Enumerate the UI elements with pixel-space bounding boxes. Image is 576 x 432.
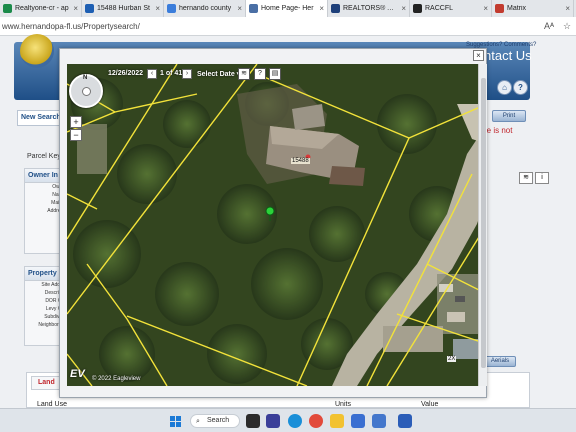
close-tab-icon[interactable]: × [155, 4, 160, 13]
close-tab-icon[interactable]: × [401, 4, 406, 13]
browser-tab[interactable]: RACCFL × [410, 0, 492, 17]
task-view-icon[interactable] [246, 414, 260, 428]
browser-tab[interactable]: hernando county × [164, 0, 246, 17]
tab-favicon-icon [3, 4, 12, 13]
browser-tab-active[interactable]: Home Page- Her × [246, 0, 328, 17]
aerials-button[interactable]: Aerials [484, 356, 516, 367]
new-search-tab[interactable]: New Search [17, 110, 65, 126]
browser-tab[interactable]: 15488 Hurban St × [82, 0, 164, 17]
land-use-header: Land Use [37, 401, 67, 408]
north-indicator: N [83, 75, 88, 81]
mail-icon[interactable] [351, 414, 365, 428]
taskbar-search[interactable]: ⌕ Search [190, 414, 240, 428]
tab-favicon-icon [495, 4, 504, 13]
tab-favicon-icon [331, 4, 340, 13]
browser-tab[interactable]: Matrix × [492, 0, 574, 17]
tab-favicon-icon [413, 4, 422, 13]
aerial-map[interactable] [67, 64, 487, 386]
edge-icon[interactable] [288, 414, 302, 428]
select-date-label: Select Date [197, 71, 235, 78]
close-tab-icon[interactable]: × [319, 4, 324, 13]
read-aloud-icon[interactable]: Aᴬ [540, 21, 558, 31]
tab-label: Realtyone-cr - ap [15, 5, 69, 12]
value-header: Value [421, 401, 439, 408]
imagery-date: 12/26/2022 [108, 70, 144, 77]
tab-favicon-icon [85, 4, 94, 13]
site-logo [20, 34, 54, 68]
layers-icon[interactable]: ≋ [519, 172, 533, 184]
zoom-in-button[interactable]: + [70, 116, 82, 128]
search-label: Search [207, 417, 230, 424]
tab-label: 15488 Hurban St [97, 5, 150, 12]
map-copyright: © 2022 Eagleview [92, 376, 141, 382]
next-image-button[interactable]: › [182, 69, 192, 79]
browser-tab[interactable]: Realtyone-cr - ap × [0, 0, 82, 17]
browser-tab[interactable]: REALTORS® Asso × [328, 0, 410, 17]
tab-label: RACCFL [425, 5, 454, 12]
url-field[interactable]: www.hernandopa-fl.us/Propertysearch/ [0, 22, 540, 31]
address-number-label: 15488 [291, 158, 310, 164]
browser-tab-strip: Realtyone-cr - ap × 15488 Hurban St × hern… [0, 0, 576, 17]
dialog-scrollbar[interactable] [478, 64, 487, 386]
teams-icon[interactable] [266, 414, 280, 428]
tab-label: Matrix [507, 5, 527, 12]
chrome-icon[interactable] [309, 414, 323, 428]
zoom-out-button[interactable]: − [70, 129, 82, 141]
home-icon[interactable]: ⌂ [497, 80, 512, 95]
address-bar: www.hernandopa-fl.us/Propertysearch/ Aᴬ … [0, 17, 576, 36]
compass-rose[interactable]: N [69, 74, 103, 108]
land-tab[interactable]: Land [31, 376, 62, 390]
start-icon[interactable] [170, 416, 181, 427]
favorite-star-icon[interactable]: ☆ [558, 21, 576, 32]
close-tab-icon[interactable]: × [237, 4, 242, 13]
print-icon[interactable]: ▤ [269, 68, 281, 80]
compass-center[interactable] [82, 87, 91, 96]
tab-label: REALTORS® Asso [343, 5, 399, 12]
eagleview-logo: EV [70, 368, 85, 380]
aerial-imagery [67, 64, 487, 386]
parcel-key-label: Parcel Key: [27, 153, 63, 160]
close-tab-icon[interactable]: × [483, 4, 488, 13]
store-icon[interactable] [372, 414, 386, 428]
close-dialog-button[interactable]: × [473, 50, 484, 61]
units-header: Units [335, 401, 351, 408]
tab-label: hernando county [179, 5, 232, 12]
search-icon: ⌕ [196, 418, 200, 425]
info-icon[interactable]: ? [254, 68, 266, 80]
tab-favicon-icon [167, 4, 176, 13]
lot-number-label: 2X [447, 356, 457, 362]
close-tab-icon[interactable]: × [565, 4, 570, 13]
help-icon[interactable]: ? [513, 80, 528, 95]
info-icon[interactable]: i [535, 172, 549, 184]
image-count: 1 of 41 [160, 70, 183, 77]
windows-taskbar: ⌕ Search [0, 408, 576, 432]
contact-us-title[interactable]: ntact Us [484, 48, 532, 63]
warning-message: re is not [484, 126, 513, 135]
file-explorer-icon[interactable] [330, 414, 344, 428]
scroll-thumb[interactable] [481, 78, 486, 368]
select-date-dropdown[interactable]: Select Date ▾ [197, 70, 240, 78]
tab-label: Home Page- Her [261, 5, 314, 12]
tab-favicon-icon [249, 4, 258, 13]
layers-icon[interactable]: ≋ [238, 68, 250, 80]
print-button[interactable]: Print [492, 110, 526, 122]
close-tab-icon[interactable]: × [73, 4, 78, 13]
word-icon[interactable] [398, 414, 412, 428]
previous-image-button[interactable]: ‹ [147, 69, 157, 79]
